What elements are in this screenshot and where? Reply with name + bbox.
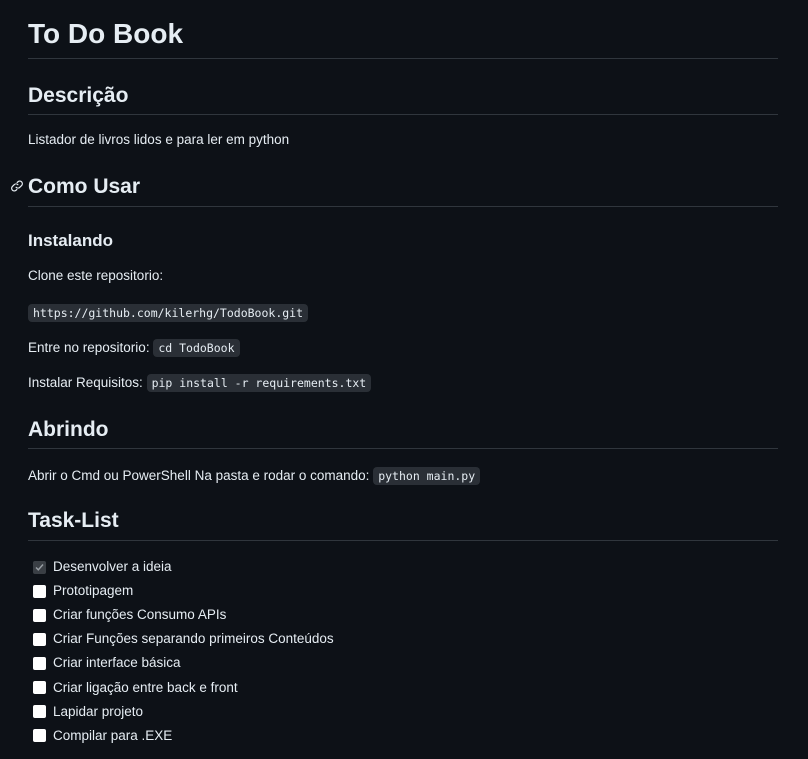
requirements-text: Instalar Requisitos:	[28, 375, 143, 390]
heading-abrindo: Abrindo	[28, 418, 109, 441]
task-checkbox[interactable]	[33, 656, 46, 670]
clone-code: https://github.com/kilerhg/TodoBook.git	[28, 304, 309, 322]
enter-code: cd TodoBook	[153, 339, 240, 357]
requirements-code: pip install -r requirements.txt	[146, 374, 372, 392]
task-item: Prototipagem	[33, 581, 133, 601]
clone-text: Clone este repositorio:	[28, 268, 164, 283]
task-label: Criar funções Consumo APIs	[53, 607, 227, 623]
task-checkbox[interactable]	[33, 681, 46, 694]
task-item: Criar funções Consumo APIs	[33, 605, 226, 625]
task-label: Prototipagem	[53, 583, 134, 599]
enter-text: Entre no repositorio:	[28, 340, 150, 355]
task-checkbox[interactable]	[33, 584, 46, 598]
heading-como-usar: Como Usar	[28, 175, 141, 198]
task-checkbox[interactable]	[33, 632, 46, 646]
abrindo-code: python main.py	[373, 467, 481, 485]
task-checkbox[interactable]	[33, 729, 46, 743]
task-label: Lapidar projeto	[53, 703, 144, 719]
task-item: Criar Funções separando primeiros Conteú…	[33, 629, 334, 649]
task-label: Criar ligação entre back e front	[53, 679, 238, 695]
heading-instalando: Instalando	[28, 231, 114, 250]
divider	[28, 206, 778, 207]
task-item: Compilar para .EXE	[33, 726, 172, 746]
divider	[28, 540, 778, 541]
task-label: Criar interface básica	[53, 655, 181, 671]
task-checkbox[interactable]	[33, 608, 46, 622]
task-item: Criar interface básica	[33, 653, 181, 673]
task-checkbox[interactable]	[33, 705, 46, 719]
description-text: Listador de livros lidos e para ler em p…	[28, 132, 290, 147]
divider	[28, 58, 778, 59]
heading-task-list: Task-List	[28, 509, 119, 532]
task-checkbox[interactable]	[33, 560, 46, 574]
heading-descricao: Descrição	[28, 84, 129, 107]
task-label: Criar Funções separando primeiros Conteú…	[53, 631, 334, 647]
link-icon[interactable]	[10, 179, 24, 193]
task-item: Desenvolver a ideia	[33, 557, 172, 577]
task-label: Desenvolver a ideia	[53, 559, 172, 574]
abrindo-text: Abrir o Cmd ou PowerShell Na pasta e rod…	[28, 468, 370, 483]
task-item: Criar ligação entre back e front	[33, 678, 238, 698]
divider	[28, 114, 778, 115]
task-item: Lapidar projeto	[33, 702, 143, 722]
check-icon	[35, 563, 44, 571]
divider	[28, 448, 778, 449]
page-title: To Do Book	[28, 18, 184, 49]
task-label: Compilar para .EXE	[53, 727, 173, 743]
